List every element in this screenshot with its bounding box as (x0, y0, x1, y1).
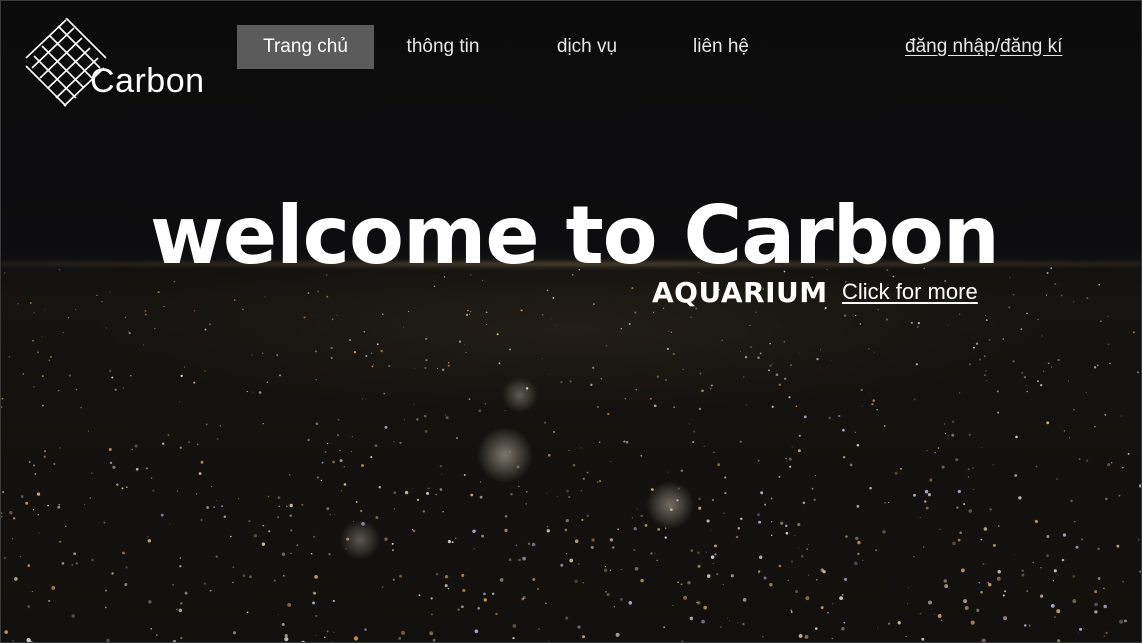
auth-links: đăng nhập/đăng kí (905, 25, 1062, 69)
hero-title: welcome to Carbon (150, 189, 1000, 282)
logo-text: Carbon (90, 62, 205, 100)
nav-item-thong-tin[interactable]: thông tin (388, 25, 498, 69)
click-for-more-link[interactable]: Click for more (842, 276, 978, 308)
register-link[interactable]: đăng kí (1000, 36, 1062, 57)
login-link[interactable]: đăng nhập (905, 36, 995, 57)
logo[interactable]: Carbon (24, 18, 204, 110)
nav-item-dich-vu[interactable]: dịch vụ (538, 25, 636, 69)
nav-item-lien-he[interactable]: liên hệ (676, 25, 766, 69)
hero-subtitle: AQUARIUM (652, 276, 828, 309)
hero-background: Carbon Trang chủ thông tin dịch vụ liên … (0, 0, 1142, 643)
nav-item-trang-chu[interactable]: Trang chủ (237, 25, 374, 69)
